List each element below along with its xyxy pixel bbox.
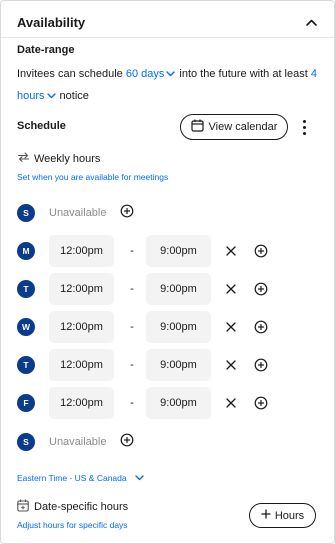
availability-title: Availability	[17, 14, 86, 30]
time-separator: -	[130, 359, 134, 371]
date-specific-heading: Date-specific hours	[17, 499, 128, 515]
day-badge: T	[17, 356, 35, 374]
day-badge: W	[17, 318, 35, 336]
day-badge: S	[17, 433, 35, 451]
date-specific-label: Date-specific hours	[34, 501, 129, 513]
calendar-plus-icon	[17, 499, 29, 515]
availability-header[interactable]: Availability	[17, 12, 320, 32]
date-specific-subtitle: Adjust hours for specific days	[17, 520, 128, 530]
start-time-field[interactable]: 12:00pm	[49, 273, 114, 305]
day-row-saturday: S Unavailable	[17, 425, 317, 459]
time-separator: -	[130, 283, 134, 295]
date-range-sentence: Invitees can schedule 60 days into the fu…	[17, 63, 317, 107]
days-value: 60 days	[125, 68, 165, 80]
day-row-thursday: T 12:00pm - 9:00pm	[17, 348, 317, 382]
chevron-down-icon	[46, 85, 56, 107]
day-row-friday: F 12:00pm - 9:00pm	[17, 386, 317, 420]
view-calendar-button[interactable]: View calendar	[180, 114, 288, 140]
day-badge: F	[17, 394, 35, 412]
time-separator: -	[130, 245, 134, 257]
plus-circle-icon[interactable]	[254, 320, 268, 334]
schedule-title: Schedule	[17, 120, 66, 132]
add-hours-label: Hours	[274, 509, 305, 522]
start-time-field[interactable]: 12:00pm	[49, 311, 114, 343]
chevron-up-icon[interactable]	[302, 13, 320, 31]
end-time-field[interactable]: 9:00pm	[146, 349, 211, 381]
date-range-prefix: Invitees can schedule	[17, 68, 123, 80]
close-icon[interactable]	[224, 358, 238, 372]
unavailable-label: Unavailable	[49, 207, 107, 219]
day-row-monday: M 12:00pm - 9:00pm	[17, 234, 317, 268]
day-row-tuesday: T 12:00pm - 9:00pm	[17, 272, 317, 306]
close-icon[interactable]	[224, 244, 238, 258]
date-range-suffix: notice	[59, 90, 89, 103]
repeat-icon	[17, 151, 30, 166]
plus-circle-icon[interactable]	[254, 282, 268, 296]
weekly-hours-heading: Weekly hours	[17, 151, 100, 166]
day-row-wednesday: W 12:00pm - 9:00pm	[17, 310, 317, 344]
weekly-hours-label: Weekly hours	[34, 152, 101, 165]
day-badge: T	[17, 280, 35, 298]
day-row-sunday: S Unavailable	[17, 196, 317, 230]
header-divider	[1, 37, 334, 38]
days-dropdown[interactable]: 60 days	[126, 68, 180, 80]
day-badge: S	[17, 204, 35, 222]
chevron-down-icon	[134, 473, 144, 483]
end-time-field[interactable]: 9:00pm	[146, 311, 211, 343]
plus-circle-icon[interactable]	[254, 244, 268, 258]
start-time-field[interactable]: 12:00pm	[49, 235, 114, 267]
more-vertical-icon[interactable]	[298, 116, 310, 138]
chevron-down-icon	[166, 63, 176, 85]
start-time-field[interactable]: 12:00pm	[49, 349, 114, 381]
add-hours-button[interactable]: Hours	[249, 503, 316, 528]
plus-icon	[261, 509, 271, 522]
end-time-field[interactable]: 9:00pm	[146, 387, 211, 419]
weekly-hours-subtitle: Set when you are available for meetings	[17, 172, 169, 182]
end-time-field[interactable]: 9:00pm	[146, 235, 211, 267]
plus-circle-icon[interactable]	[254, 396, 268, 410]
end-time-field[interactable]: 9:00pm	[146, 273, 211, 305]
close-icon[interactable]	[224, 320, 238, 334]
date-range-middle: into the future with at least	[179, 68, 308, 80]
plus-circle-icon[interactable]	[120, 433, 134, 452]
time-separator: -	[130, 397, 134, 409]
day-badge: M	[17, 242, 35, 260]
unavailable-label: Unavailable	[49, 436, 107, 448]
start-time-field[interactable]: 12:00pm	[49, 387, 114, 419]
availability-panel: Availability Date-range Invitees can sch…	[0, 0, 335, 544]
plus-circle-icon[interactable]	[254, 358, 268, 372]
close-icon[interactable]	[224, 282, 238, 296]
timezone-dropdown[interactable]: Eastern Time - US & Canada	[17, 473, 144, 483]
calendar-icon	[190, 119, 204, 135]
timezone-label: Eastern Time - US & Canada	[17, 473, 127, 483]
close-icon[interactable]	[224, 396, 238, 410]
view-calendar-label: View calendar	[208, 121, 278, 133]
date-range-title: Date-range	[17, 44, 75, 56]
time-separator: -	[130, 321, 134, 333]
plus-circle-icon[interactable]	[120, 204, 134, 223]
